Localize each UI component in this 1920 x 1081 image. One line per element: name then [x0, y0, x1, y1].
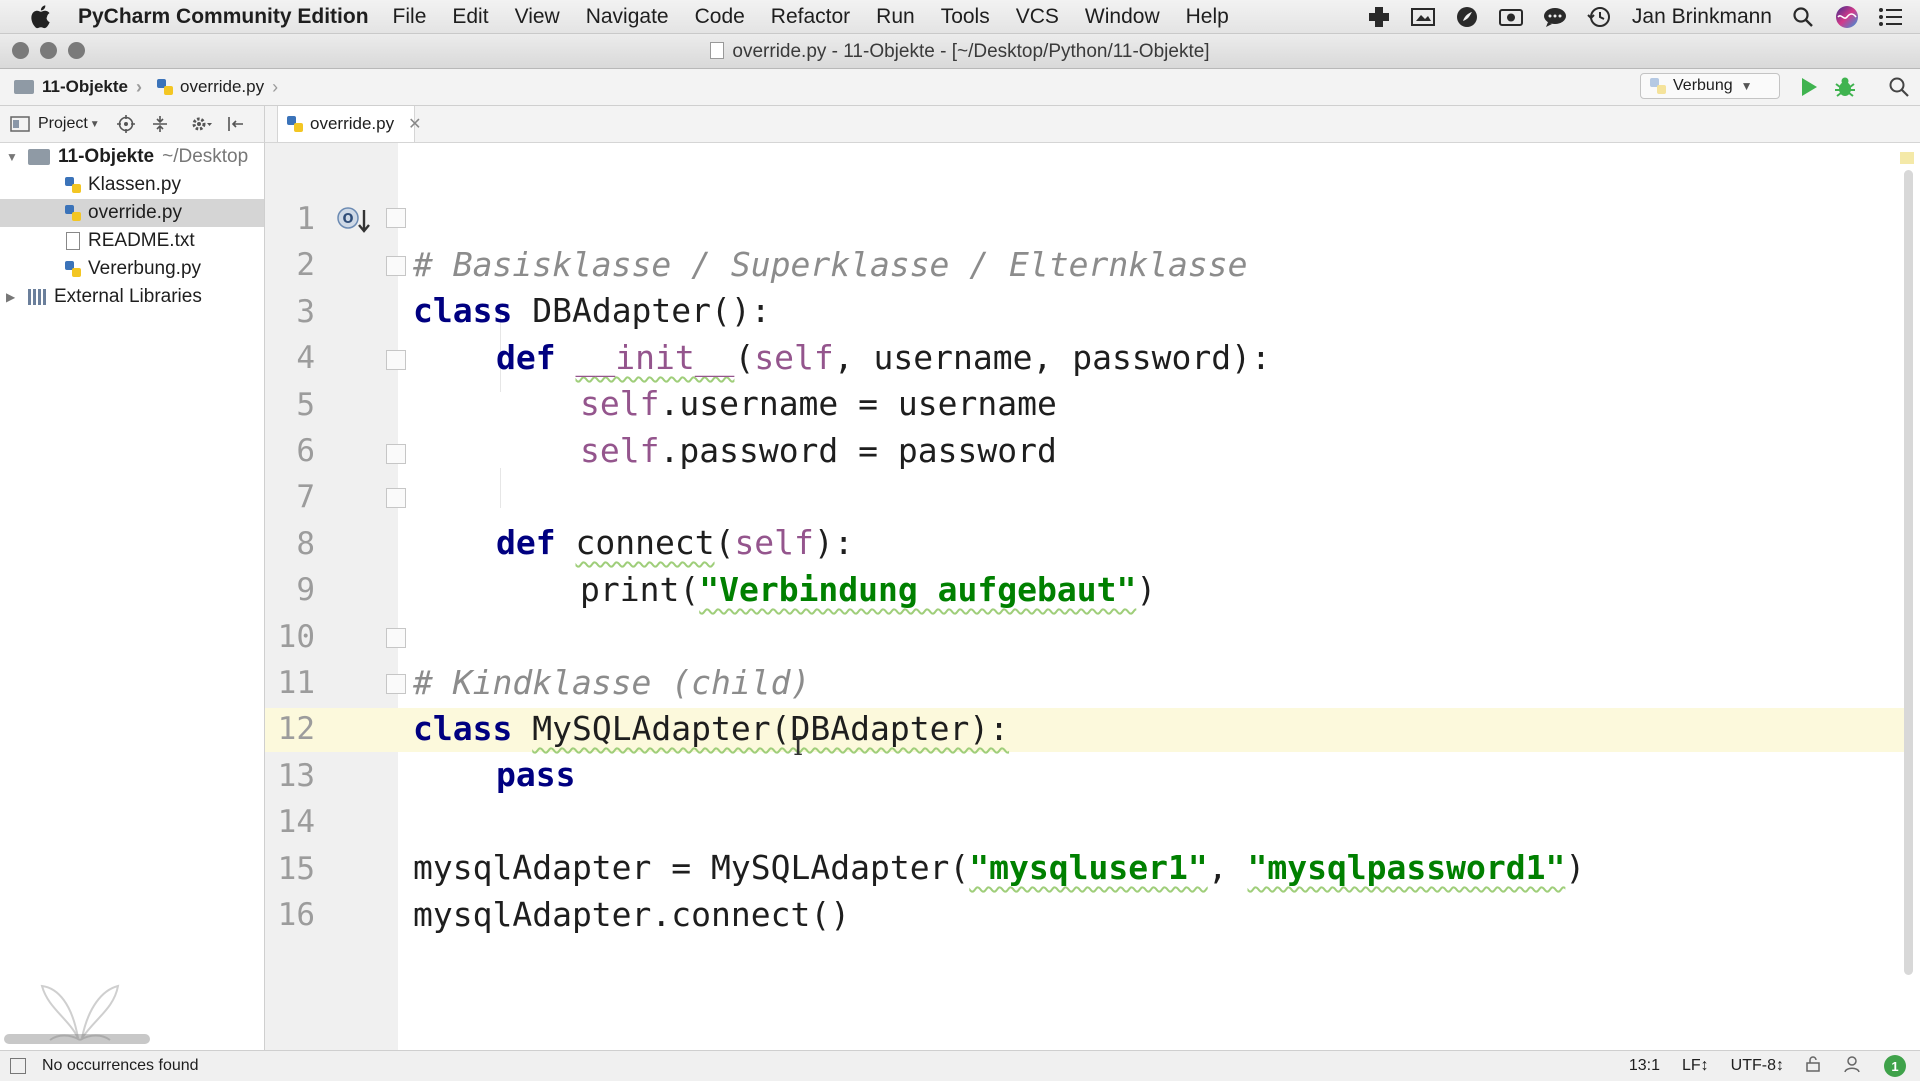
chevron-down-icon: ▼: [1740, 79, 1753, 93]
menu-vcs[interactable]: VCS: [1016, 5, 1059, 29]
chevron-right-icon: ›: [272, 76, 279, 97]
status-bar: No occurrences found 13:1 LF↕ UTF-8↕ 1: [0, 1050, 1920, 1081]
line-separator[interactable]: LF↕: [1682, 1057, 1709, 1075]
chevron-down-icon: ▼: [89, 118, 100, 130]
code-line-2[interactable]: 2 class DBAdapter():: [0, 196, 1920, 330]
line-number: 16: [277, 897, 315, 933]
siri-icon[interactable]: [1832, 4, 1862, 30]
tool-windows-toggle-icon[interactable]: [10, 1058, 26, 1074]
run-icon[interactable]: [1796, 75, 1822, 99]
camera-tray-icon[interactable]: [1496, 4, 1526, 30]
menu-code[interactable]: Code: [695, 5, 745, 29]
menu-refactor[interactable]: Refactor: [771, 5, 850, 29]
run-configuration-select[interactable]: Verbung ▼: [1640, 73, 1780, 99]
code-line-5[interactable]: 5 self.password = password: [0, 336, 1920, 470]
code-line-13[interactable]: 13: [0, 707, 1920, 794]
folder-icon: [14, 80, 34, 94]
debug-icon[interactable]: [1832, 75, 1858, 99]
gear-icon[interactable]: [190, 113, 214, 135]
window-title: override.py - 11-Objekte - [~/Desktop/Py…: [0, 41, 1920, 63]
butterfly-watermark-icon: [40, 984, 120, 1041]
close-icon[interactable]: ✕: [408, 114, 421, 134]
code-line-9[interactable]: 9: [0, 521, 1920, 608]
mouse-text-cursor-icon: I: [793, 732, 804, 762]
project-view-icon: [10, 116, 30, 132]
menu-file[interactable]: File: [393, 5, 427, 29]
hide-panel-icon[interactable]: [224, 113, 248, 135]
analysis-status-marker[interactable]: [1900, 152, 1914, 164]
file-icon: [710, 42, 725, 59]
user-name[interactable]: Jan Brinkmann: [1632, 5, 1772, 29]
project-toolbar: Project ▼: [0, 106, 265, 143]
menu-bar: PyCharm Community Edition File Edit View…: [0, 0, 1920, 34]
file-encoding[interactable]: UTF-8↕: [1731, 1057, 1784, 1075]
code-line-10[interactable]: 10 # Kindklasse (child): [0, 568, 1920, 702]
editor-tab-bar: override.py ✕: [265, 106, 1920, 143]
editor-vertical-scrollbar[interactable]: [1904, 170, 1913, 975]
search-icon[interactable]: [1788, 4, 1818, 30]
status-message: No occurrences found: [42, 1057, 199, 1074]
breadcrumb-file[interactable]: override.py ›: [156, 77, 278, 98]
navigation-bar: 11-Objekte › override.py › Verbung ▼: [0, 69, 1920, 106]
chat-tray-icon[interactable]: [1540, 4, 1570, 30]
code-text: mysqlAdapter.connect(): [413, 895, 851, 934]
window-titlebar: override.py - 11-Objekte - [~/Desktop/Py…: [0, 34, 1920, 69]
apple-icon[interactable]: [30, 4, 56, 30]
lock-icon[interactable]: [1806, 1055, 1820, 1077]
project-view-selector[interactable]: Project ▼: [10, 115, 100, 133]
search-everywhere-icon[interactable]: [1886, 75, 1912, 99]
code-line-16[interactable]: 16: [0, 846, 1920, 933]
run-configuration-label: Verbung: [1673, 77, 1733, 94]
code-line-11[interactable]: 11 class MySQLAdapter(DBAdapter):: [0, 614, 1920, 748]
notification-center-icon[interactable]: [1876, 4, 1906, 30]
tab-label: override.py: [310, 114, 395, 133]
breadcrumb-project[interactable]: 11-Objekte ›: [14, 77, 142, 98]
python-file-icon: [156, 78, 174, 96]
plus-tray-icon[interactable]: [1364, 4, 1394, 30]
code-line-1[interactable]: 1 # Basisklasse / Superklasse / Elternkl…: [0, 150, 1920, 284]
code-line-7[interactable]: 7 def connect(self):: [0, 428, 1920, 562]
leaf-tray-icon[interactable]: [1452, 4, 1482, 30]
python-file-icon: [286, 115, 304, 133]
caret-position[interactable]: 13:1: [1629, 1057, 1660, 1075]
code-line-12[interactable]: 12 pass: [0, 660, 1920, 794]
time-machine-icon[interactable]: [1584, 4, 1614, 30]
code-line-8[interactable]: 8 print("Verbindung aufgebaut"): [0, 475, 1920, 609]
menu-edit[interactable]: Edit: [452, 5, 488, 29]
menu-help[interactable]: Help: [1186, 5, 1229, 29]
code-line-4[interactable]: 4 self.username = username: [0, 289, 1920, 423]
breadcrumb-file-label: override.py: [180, 77, 265, 96]
menu-tools[interactable]: Tools: [941, 5, 990, 29]
locate-file-icon[interactable]: [114, 113, 138, 135]
menu-window[interactable]: Window: [1085, 5, 1160, 29]
code-line-14[interactable]: 14 mysqlAdapter = MySQLAdapter("mysqluse…: [0, 753, 1920, 887]
menu-navigate[interactable]: Navigate: [586, 5, 669, 29]
tab-override-py[interactable]: override.py ✕: [277, 106, 422, 142]
chevron-right-icon: ›: [136, 76, 142, 97]
app-name[interactable]: PyCharm Community Edition: [78, 5, 369, 29]
project-view-label: Project: [38, 115, 88, 132]
presentation-tray-icon[interactable]: [1408, 4, 1438, 30]
menu-run[interactable]: Run: [876, 5, 915, 29]
code-line-6[interactable]: 6: [0, 382, 1920, 469]
breadcrumb-project-label: 11-Objekte: [42, 77, 128, 96]
window-title-text: override.py - 11-Objekte - [~/Desktop/Py…: [732, 41, 1210, 62]
python-run-config-icon: [1649, 77, 1667, 95]
menu-view[interactable]: View: [515, 5, 560, 29]
code-line-3[interactable]: 3 def __init__(self, username, password)…: [0, 243, 1920, 377]
collapse-all-icon[interactable]: [148, 113, 172, 135]
code-line-15[interactable]: 15 mysqlAdapter.connect(): [0, 800, 1920, 934]
inspector-icon[interactable]: [1842, 1055, 1862, 1078]
notifications-badge[interactable]: 1: [1884, 1055, 1906, 1077]
